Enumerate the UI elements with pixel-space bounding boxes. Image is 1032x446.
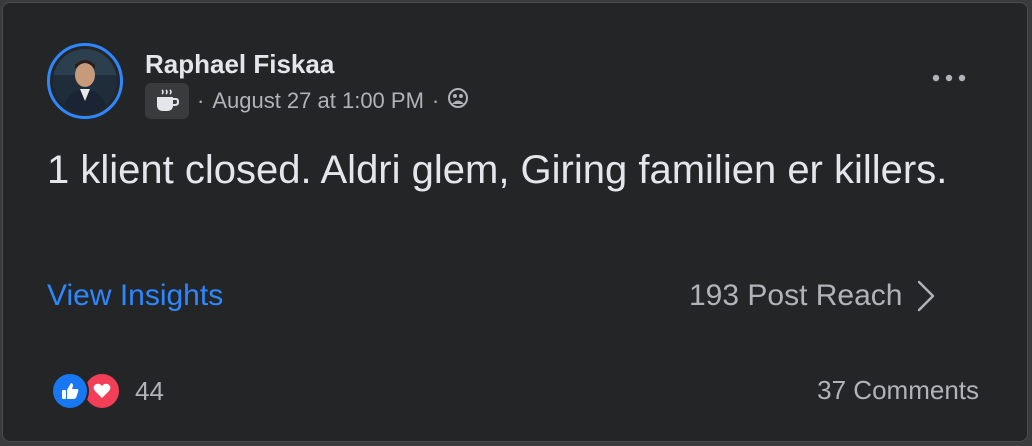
view-insights-link[interactable]: View Insights (47, 279, 223, 313)
post-reach-label: 193 Post Reach (689, 279, 903, 312)
profile-photo (53, 49, 117, 113)
friends-audience-icon[interactable] (447, 87, 469, 115)
post-text: 1 klient closed. Aldri glem, Giring fami… (47, 148, 948, 192)
reactions-summary[interactable]: 44 (51, 371, 164, 411)
coffee-cup-icon (145, 83, 189, 119)
post-date[interactable]: August 27 at 1:00 PM (212, 88, 424, 114)
avatar[interactable] (47, 43, 123, 119)
post-reach-link[interactable]: 193 Post Reach (689, 279, 936, 313)
more-options-icon[interactable] (925, 63, 973, 93)
author-name[interactable]: Raphael Fiskaa (145, 49, 334, 80)
reaction-count: 44 (135, 375, 164, 406)
like-icon (51, 372, 89, 410)
chevron-right-icon (918, 280, 935, 312)
comments-count-link[interactable]: 37 Comments (817, 375, 979, 406)
post-card: Raphael Fiskaa · August 27 at 1:00 PM · (2, 2, 1028, 442)
post-meta: · August 27 at 1:00 PM · (145, 83, 469, 119)
meta-separator: · (197, 88, 205, 113)
meta-separator: · (431, 88, 440, 113)
